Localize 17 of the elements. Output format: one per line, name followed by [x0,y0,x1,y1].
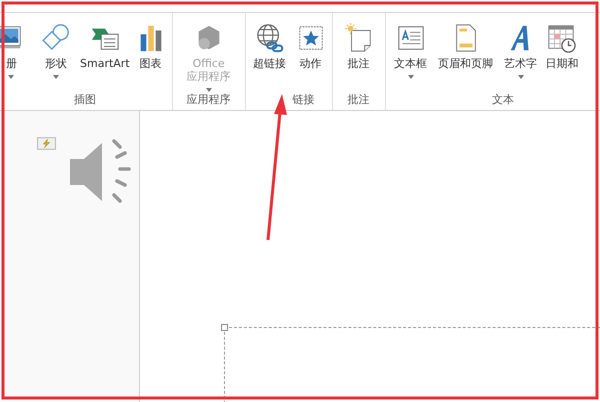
ribbon-button[interactable]: 册 [0,13,34,92]
ribbon-button[interactable]: 艺术字 [498,13,544,92]
lightning-icon [37,137,56,150]
resize-handle[interactable] [221,324,228,331]
hyperlink-button[interactable]: 超链接 [248,13,292,92]
shapes-icon [41,23,71,53]
group-label: 链接 [292,92,315,108]
globe-link-icon [254,23,285,53]
ribbon-button[interactable]: 动作 [292,13,330,92]
calendar-clock-icon [546,23,576,53]
ribbon-button[interactable]: 文本框 [388,13,434,92]
ribbon-button[interactable]: SmartArt [78,13,132,92]
ribbon-button[interactable]: 批注 [334,13,383,92]
ribbon-button[interactable]: 图表 [132,13,170,92]
ribbon-button[interactable]: 页眉和页脚 [434,13,498,92]
ribbon-button[interactable]: 形状 [34,13,78,92]
ribbon-button[interactable]: 日期和 [544,13,588,92]
